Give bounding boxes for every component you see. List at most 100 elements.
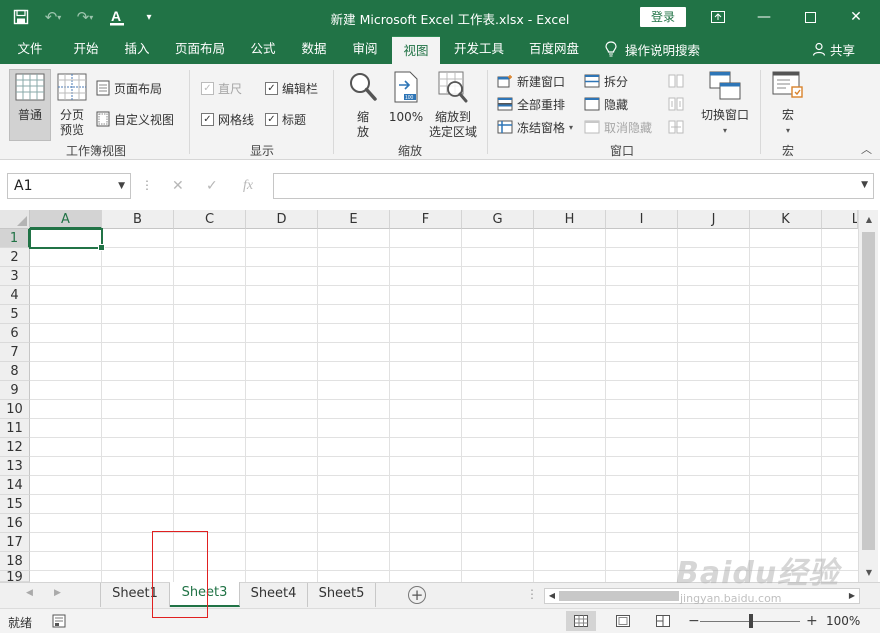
- freeze-panes-button[interactable]: 冻结窗格 ▾: [497, 117, 573, 137]
- row-header[interactable]: 16: [0, 514, 30, 533]
- zoom-button[interactable]: 缩 放: [344, 71, 382, 140]
- row-header[interactable]: 10: [0, 400, 30, 419]
- row-header[interactable]: 11: [0, 419, 30, 438]
- row-header[interactable]: 8: [0, 362, 30, 381]
- close-button[interactable]: ✕: [834, 0, 878, 34]
- page-break-status-button[interactable]: [648, 611, 678, 631]
- row-header[interactable]: 18: [0, 552, 30, 571]
- confirm-entry-button[interactable]: ✓: [206, 178, 218, 194]
- view-side-by-side-button[interactable]: [668, 71, 684, 91]
- maximize-button[interactable]: [788, 0, 832, 34]
- ribbon-display-options-button[interactable]: [696, 0, 740, 34]
- row-header[interactable]: 6: [0, 324, 30, 343]
- share-button[interactable]: 共享: [812, 34, 855, 64]
- reset-window-position-button[interactable]: [668, 117, 684, 137]
- insert-function-button[interactable]: fx: [243, 178, 253, 194]
- page-break-preview-button[interactable]: 分页 预览: [53, 73, 91, 138]
- formula-input[interactable]: ▼: [273, 173, 874, 199]
- scroll-left-button[interactable]: ◀: [545, 589, 559, 603]
- switch-windows-button[interactable]: 切换窗口 ▾: [696, 71, 754, 138]
- login-button[interactable]: 登录: [640, 7, 686, 27]
- active-cell-a1[interactable]: [29, 228, 105, 251]
- scroll-right-button[interactable]: ▶: [845, 589, 859, 603]
- row-header[interactable]: 7: [0, 343, 30, 362]
- horizontal-scroll-thumb[interactable]: [559, 591, 679, 601]
- vertical-scrollbar[interactable]: ▲ ▼: [858, 210, 878, 582]
- sheet-tab-sheet5[interactable]: Sheet5: [308, 583, 376, 607]
- headings-checkbox[interactable]: ✓ 标题: [265, 109, 306, 129]
- worksheet-grid[interactable]: A B C D E F G H I J K L 1 2 3 4 5 6 7 8 …: [0, 210, 880, 582]
- new-window-button[interactable]: 新建窗口: [497, 71, 565, 91]
- tab-view[interactable]: 视图: [392, 36, 440, 64]
- zoom-to-selection-button[interactable]: 缩放到 选定区域: [428, 71, 478, 140]
- column-header[interactable]: B: [102, 210, 174, 229]
- macro-record-button[interactable]: [52, 614, 66, 631]
- tab-formulas[interactable]: 公式: [240, 34, 286, 64]
- tab-baidu-netdisk[interactable]: 百度网盘: [520, 34, 588, 64]
- column-header[interactable]: G: [462, 210, 534, 229]
- row-header[interactable]: 2: [0, 248, 30, 267]
- synchronous-scrolling-button[interactable]: [668, 94, 684, 114]
- save-button[interactable]: [8, 4, 34, 30]
- column-header[interactable]: D: [246, 210, 318, 229]
- row-header[interactable]: 19: [0, 571, 30, 582]
- select-all-button[interactable]: [0, 210, 30, 229]
- redo-button[interactable]: ↷ ▾: [72, 4, 98, 30]
- column-header[interactable]: C: [174, 210, 246, 229]
- column-header[interactable]: J: [678, 210, 750, 229]
- normal-view-status-button[interactable]: [566, 611, 596, 631]
- row-header[interactable]: 3: [0, 267, 30, 286]
- page-layout-status-button[interactable]: [608, 611, 638, 631]
- tab-insert[interactable]: 插入: [114, 34, 160, 64]
- row-header[interactable]: 12: [0, 438, 30, 457]
- tell-me-search[interactable]: 操作说明搜索: [605, 34, 700, 64]
- split-button[interactable]: 拆分: [584, 71, 628, 91]
- unhide-button[interactable]: 取消隐藏: [584, 117, 652, 137]
- sheet-tab-sheet4[interactable]: Sheet4: [240, 583, 308, 607]
- minimize-button[interactable]: —: [742, 0, 786, 34]
- zoom-in-button[interactable]: +: [806, 613, 818, 629]
- tab-data[interactable]: 数据: [290, 34, 338, 64]
- prev-sheet-button[interactable]: ◀: [26, 588, 33, 598]
- zoom-level[interactable]: 100%: [826, 614, 860, 628]
- row-header[interactable]: 15: [0, 495, 30, 514]
- row-header[interactable]: 9: [0, 381, 30, 400]
- row-header[interactable]: 13: [0, 457, 30, 476]
- scroll-down-button[interactable]: ▼: [859, 565, 879, 581]
- cancel-entry-button[interactable]: ✕: [172, 178, 184, 194]
- arrange-all-button[interactable]: 全部重排: [497, 94, 565, 114]
- row-header[interactable]: 17: [0, 533, 30, 552]
- macros-button[interactable]: 宏 ▾: [768, 71, 808, 138]
- next-sheet-button[interactable]: ▶: [54, 588, 61, 598]
- tab-page-layout[interactable]: 页面布局: [168, 34, 232, 64]
- gridlines-checkbox[interactable]: ✓ 网格线: [201, 109, 254, 129]
- column-header[interactable]: I: [606, 210, 678, 229]
- tab-file[interactable]: 文件: [8, 34, 52, 64]
- page-layout-view-button[interactable]: 页面布局: [96, 78, 162, 98]
- column-header[interactable]: H: [534, 210, 606, 229]
- new-sheet-button[interactable]: +: [408, 586, 426, 604]
- collapse-ribbon-button[interactable]: ︿: [861, 141, 872, 157]
- font-color-button[interactable]: A: [104, 4, 130, 30]
- column-header[interactable]: K: [750, 210, 822, 229]
- row-header[interactable]: 14: [0, 476, 30, 495]
- column-header[interactable]: L: [822, 210, 858, 229]
- tab-split-handle[interactable]: ⋮: [526, 587, 538, 601]
- customize-qat-button[interactable]: ▾: [136, 4, 162, 30]
- tab-developer[interactable]: 开发工具: [446, 34, 512, 64]
- vertical-scroll-thumb[interactable]: [862, 232, 875, 550]
- tab-review[interactable]: 审阅: [342, 34, 388, 64]
- ruler-checkbox[interactable]: ✓ 直尺: [201, 78, 242, 98]
- zoom-slider-knob[interactable]: [749, 614, 753, 628]
- scroll-up-button[interactable]: ▲: [859, 212, 879, 228]
- custom-views-button[interactable]: 自定义视图: [96, 109, 174, 129]
- zoom-100-button[interactable]: 100 100%: [386, 71, 426, 125]
- normal-view-button[interactable]: 普通: [10, 73, 50, 123]
- formula-bar-checkbox[interactable]: ✓ 编辑栏: [265, 78, 318, 98]
- undo-button[interactable]: ↶ ▾: [40, 4, 66, 30]
- zoom-out-button[interactable]: −: [688, 613, 700, 629]
- row-header[interactable]: 5: [0, 305, 30, 324]
- column-header[interactable]: A: [30, 210, 102, 229]
- row-header[interactable]: 1: [0, 229, 30, 248]
- hide-button[interactable]: 隐藏: [584, 94, 628, 114]
